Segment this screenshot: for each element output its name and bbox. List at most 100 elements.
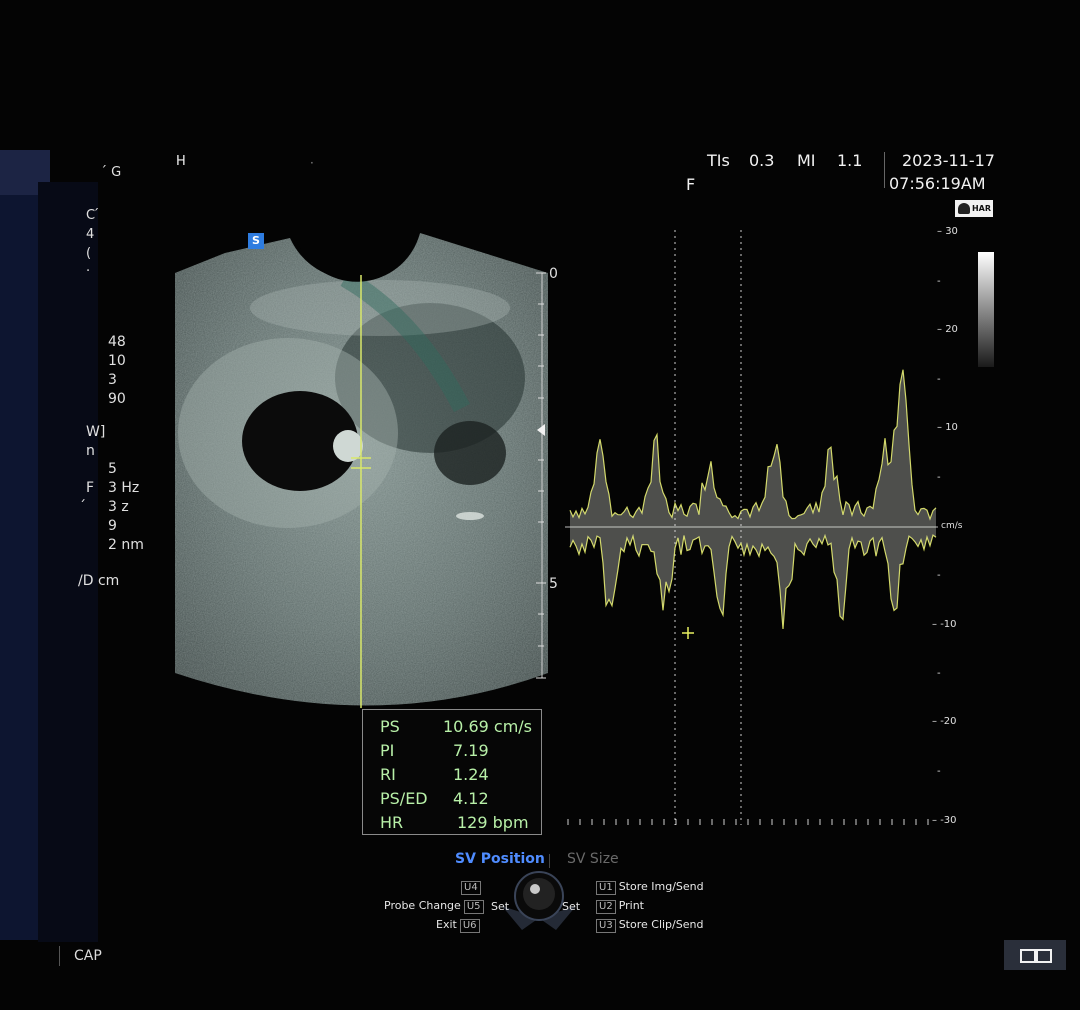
velocity-label-20-text: 20 <box>945 324 958 335</box>
har-badge: HAR <box>955 200 993 217</box>
velocity-tick-n25: - <box>937 766 941 777</box>
depth-label-5: 5 <box>549 576 558 592</box>
velocity-label-30: – 30 <box>937 226 958 237</box>
doppler-param-3: 5 <box>108 461 117 477</box>
set-left-button[interactable]: Set <box>491 900 509 913</box>
velocity-label-20: – 20 <box>937 324 958 335</box>
u6-key: U6 <box>459 919 480 933</box>
parameter-panel-bg <box>38 182 98 942</box>
softkey-sv-position[interactable]: SV Position <box>455 851 545 867</box>
param-partial-2: 4 <box>86 227 95 242</box>
doppler-param-1: W] <box>86 424 106 440</box>
store-img-label: Store Img/Send <box>618 880 704 893</box>
tis-value: 0.3 <box>749 151 775 170</box>
velocity-label-10-text: 10 <box>945 422 958 433</box>
doppler-trace-bottom <box>569 533 937 630</box>
velocity-tick-5: - <box>937 472 941 483</box>
mi-label: MI <box>797 151 816 170</box>
store-clip-button[interactable]: U3 Store Clip/Send <box>593 918 703 933</box>
velocity-label-30-text: 30 <box>945 226 958 237</box>
measure-value-pi: 7.19 <box>453 741 489 760</box>
exit-button[interactable]: Exit U6 <box>436 918 483 933</box>
set-right-button[interactable]: Set <box>562 900 580 913</box>
probe-icon <box>958 203 970 214</box>
u1-key: U1 <box>596 881 616 895</box>
velocity-label-n20-text: -20 <box>940 716 957 727</box>
param-partial-4: · <box>86 264 91 279</box>
caliper-cross[interactable] <box>682 627 694 639</box>
doppler-param-2: n <box>86 443 95 459</box>
u4-button[interactable]: U4 <box>458 880 484 895</box>
header-divider <box>884 152 885 188</box>
grayscale-bar <box>978 252 994 367</box>
cap-label[interactable]: CAP <box>74 948 102 964</box>
velocity-tick-25: - <box>937 276 941 287</box>
velocity-tick-n15: - <box>937 668 941 679</box>
velocity-label-n10-text: -10 <box>940 619 957 630</box>
velocity-tick-15: - <box>937 374 941 385</box>
time-axis-ticks <box>567 819 929 825</box>
exam-time: 07:56:19AM <box>889 174 986 193</box>
depth-label-0: 0 <box>549 266 558 282</box>
u2-key: U2 <box>596 900 616 914</box>
doppler-param-6: 9 <box>108 518 117 534</box>
softkey-divider <box>549 854 550 868</box>
har-badge-label: HAR <box>971 204 991 213</box>
sv-badge: S <box>248 233 264 249</box>
velocity-label-10: – 10 <box>937 422 958 433</box>
header-title: H <box>176 154 186 169</box>
measure-value-ps: 10.69 cm/s <box>443 717 532 736</box>
param-value-2: 10 <box>108 353 126 369</box>
header-fragment: · <box>310 156 314 170</box>
doppler-param-5: 3 z <box>108 499 129 515</box>
measure-value-psed: 4.12 <box>453 789 489 808</box>
measurement-results[interactable]: PS 10.69 cm/s PI 7.19 RI 1.24 PS/ED 4.12… <box>362 709 542 835</box>
probe-change-label: Probe Change <box>384 899 461 912</box>
print-button[interactable]: U2 Print <box>593 899 644 914</box>
spectral-doppler[interactable] <box>560 225 985 835</box>
param-partial-1: C ́ <box>86 208 100 223</box>
measure-label-hr: HR <box>380 813 404 832</box>
dual-view-icon-left <box>1020 949 1036 963</box>
velocity-label-n30: – -30 <box>932 815 957 826</box>
dual-view-icon-right <box>1036 949 1052 963</box>
store-clip-label: Store Clip/Send <box>618 918 704 931</box>
velocity-unit: cm/s <box>941 521 963 531</box>
velocity-label-n10: – -10 <box>932 619 957 630</box>
u3-key: U3 <box>596 919 616 933</box>
measure-label-ps: PS <box>380 717 400 736</box>
measure-value-ri: 1.24 <box>453 765 489 784</box>
velocity-label-n20: – -20 <box>932 716 957 727</box>
store-img-button[interactable]: U1 Store Img/Send <box>593 880 704 895</box>
focus-marker: F <box>686 175 696 194</box>
param-value-1: 48 <box>108 334 126 350</box>
tis-label: TIs <box>707 151 730 170</box>
footer-divider <box>59 946 60 966</box>
u5-key: U5 <box>463 900 484 914</box>
doppler-param-4: 3 Hz <box>108 480 140 496</box>
depth-label: /D cm <box>78 573 120 589</box>
velocity-label-n30-text: -30 <box>940 815 957 826</box>
param-value-3: 3 <box>108 372 117 388</box>
print-label: Print <box>618 899 644 912</box>
doppler-fragment-f: F <box>86 480 95 496</box>
corner-glyph: ́ G <box>107 165 122 180</box>
probe-change-button[interactable]: Probe Change U5 <box>384 899 487 914</box>
measure-label-psed: PS/ED <box>380 789 428 808</box>
embryo <box>333 430 363 462</box>
param-partial-3: ( <box>86 246 92 261</box>
left-sidebar <box>0 150 38 940</box>
doppler-envelope-group <box>569 369 937 630</box>
b-mode-sector <box>175 233 548 706</box>
velocity-tick-n5: - <box>937 570 941 581</box>
measure-value-hr: 129 bpm <box>457 813 529 832</box>
exit-label: Exit <box>436 918 457 931</box>
doppler-spectrum-fill <box>570 369 936 629</box>
mi-value: 1.1 <box>837 151 863 170</box>
softkey-sv-size[interactable]: SV Size <box>567 851 619 867</box>
b-mode-image[interactable] <box>170 228 555 713</box>
param-value-4: 90 <box>108 391 126 407</box>
exam-date: 2023-11-17 <box>902 151 995 170</box>
measure-label-pi: PI <box>380 741 395 760</box>
dual-view-button[interactable] <box>1004 940 1066 970</box>
